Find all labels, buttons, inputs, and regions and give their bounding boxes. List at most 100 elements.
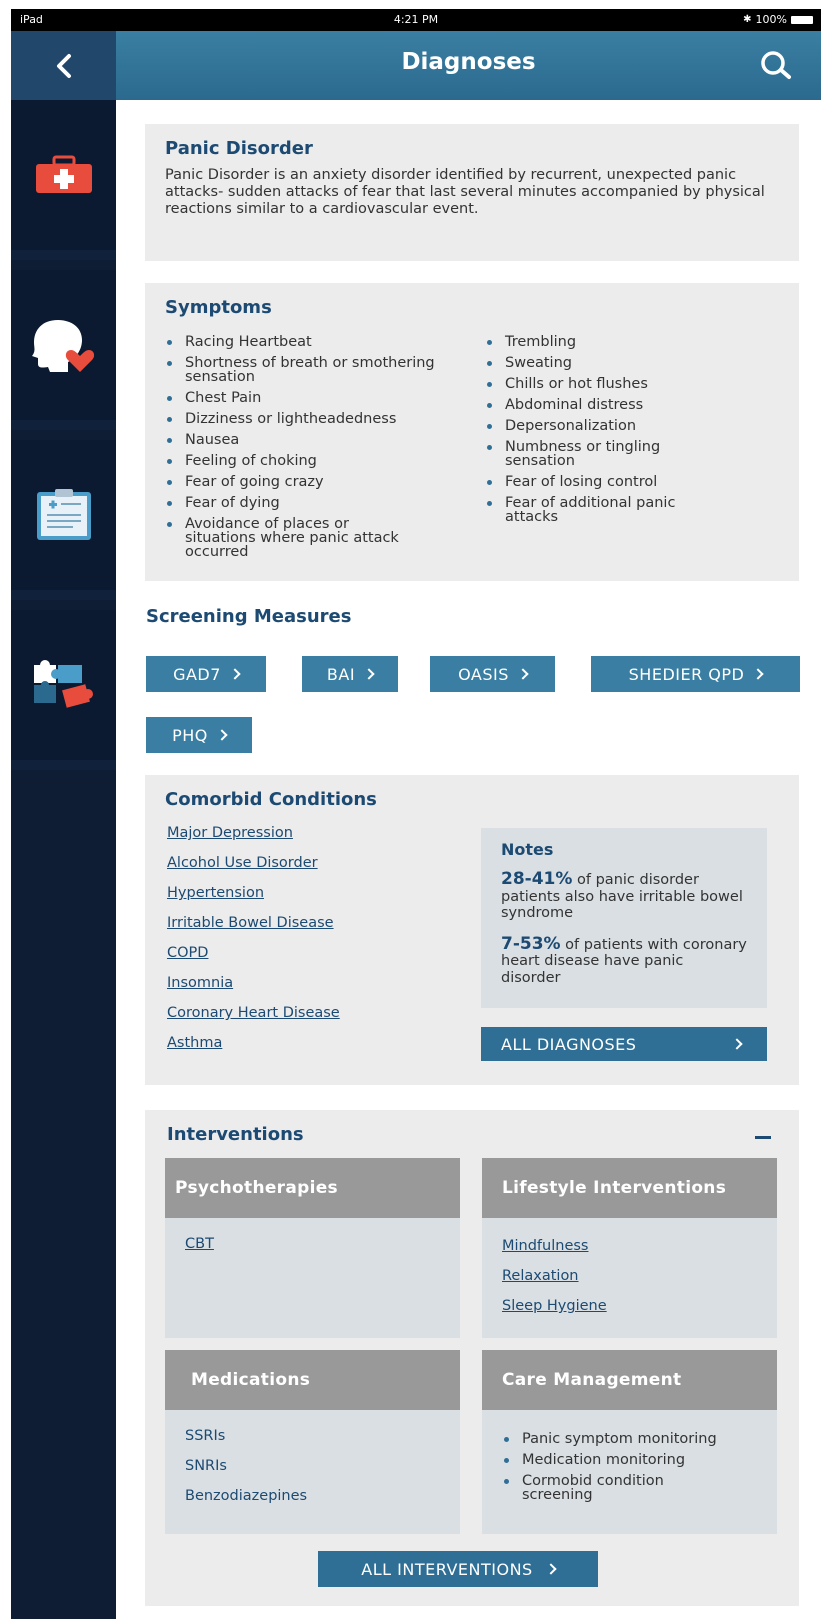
chevron-right-icon — [229, 668, 241, 680]
chevron-right-icon — [752, 668, 765, 680]
symptom-item: Racing Heartbeat — [165, 335, 455, 349]
medication-item: SSRIs — [185, 1428, 226, 1444]
lifestyle-card: Lifestyle Interventions Mindfulness Rela… — [482, 1158, 777, 1338]
symptom-item: Numbness or tingling sensation — [485, 440, 705, 468]
symptom-item: Avoidance of places or situations where … — [165, 517, 405, 559]
lifestyle-title: Lifestyle Interventions — [482, 1158, 777, 1218]
diagnosis-title: Panic Disorder — [165, 138, 313, 159]
psychotherapies-card: Psychotherapies CBT — [165, 1158, 460, 1338]
comorbid-card: Comorbid Conditions Major Depression Alc… — [145, 775, 799, 1085]
symptom-item: Chest Pain — [165, 391, 455, 405]
symptom-item: Dizziness or lightheadedness — [165, 412, 455, 426]
head-heart-icon — [31, 320, 94, 372]
battery-icon — [791, 15, 813, 24]
care-item: Medication monitoring — [502, 1453, 772, 1467]
symptom-item: Fear of losing control — [485, 475, 745, 489]
symptoms-card: Symptoms Racing Heartbeat Shortness of b… — [145, 283, 799, 581]
symptom-item: Abdominal distress — [485, 398, 745, 412]
diagnosis-description: Panic Disorder is an anxiety disorder id… — [165, 167, 765, 217]
sidebar-item-mental-health[interactable] — [11, 270, 116, 430]
symptom-item: Trembling — [485, 335, 745, 349]
status-time: 4:21 PM — [393, 13, 439, 26]
search-icon — [761, 51, 791, 79]
search-button[interactable] — [756, 47, 796, 83]
intervention-link[interactable]: CBT — [185, 1236, 214, 1252]
medication-item: Benzodiazepines — [185, 1488, 308, 1504]
screening-button-label: GAD7 — [173, 664, 221, 684]
status-bar: iPad 4:21 PM ✱ 100% — [11, 9, 821, 31]
comorbid-link[interactable]: Major Depression — [167, 825, 293, 841]
screening-button-bai[interactable]: BAI — [302, 656, 398, 692]
comorbid-link[interactable]: Irritable Bowel Disease — [167, 915, 334, 931]
battery-level: 100% — [755, 13, 787, 26]
note-item: 7-53% of patients with coronary heart di… — [501, 935, 747, 987]
care-management-title: Care Management — [482, 1350, 777, 1410]
symptom-item: Feeling of choking — [165, 454, 455, 468]
screening-button-gad7[interactable]: GAD7 — [146, 656, 266, 692]
symptoms-list-left: Racing Heartbeat Shortness of breath or … — [165, 335, 455, 566]
sidebar-item-diagnoses[interactable] — [11, 100, 116, 260]
chevron-right-icon — [517, 668, 529, 680]
all-diagnoses-label: ALL DIAGNOSES — [501, 1034, 637, 1054]
care-management-list: Panic symptom monitoring Medication moni… — [502, 1432, 772, 1509]
all-interventions-label: ALL INTERVENTIONS — [361, 1559, 533, 1579]
medications-title: Medications — [165, 1350, 460, 1410]
comorbid-link[interactable]: Asthma — [167, 1035, 222, 1051]
screening-button-shedier-qpd[interactable]: SHEDIER QPD — [591, 656, 800, 692]
chevron-right-icon — [363, 668, 375, 680]
symptom-item: Depersonalization — [485, 419, 745, 433]
care-item: Cormobid condition screening — [502, 1474, 702, 1502]
battery-status: ✱ 100% — [743, 13, 813, 26]
interventions-title: Interventions — [167, 1124, 304, 1145]
symptom-item: Sweating — [485, 356, 745, 370]
clipboard-icon — [36, 489, 91, 540]
sidebar — [11, 31, 116, 1619]
chevron-left-icon — [56, 53, 71, 78]
comorbid-link[interactable]: Alcohol Use Disorder — [167, 855, 318, 871]
intervention-link[interactable]: Sleep Hygiene — [502, 1298, 607, 1314]
symptoms-title: Symptoms — [165, 297, 272, 318]
medications-card: Medications SSRIs SNRIs Benzodiazepines — [165, 1350, 460, 1534]
chevron-right-icon — [545, 1563, 557, 1575]
all-interventions-button[interactable]: ALL INTERVENTIONS — [318, 1551, 598, 1587]
sidebar-item-puzzle[interactable] — [11, 610, 116, 770]
chevron-right-icon — [731, 1038, 743, 1050]
intervention-link[interactable]: Relaxation — [502, 1268, 579, 1284]
bluetooth-icon: ✱ — [743, 14, 752, 25]
symptom-item: Chills or hot flushes — [485, 377, 745, 391]
symptom-item: Nausea — [165, 433, 455, 447]
care-item: Panic symptom monitoring — [502, 1432, 772, 1446]
comorbid-link[interactable]: Insomnia — [167, 975, 233, 991]
screening-button-oasis[interactable]: OASIS — [430, 656, 555, 692]
comorbid-link[interactable]: Hypertension — [167, 885, 264, 901]
first-aid-kit-icon — [35, 155, 92, 193]
screening-button-phq[interactable]: PHQ — [146, 717, 252, 753]
care-management-card: Care Management Panic symptom monitoring… — [482, 1350, 777, 1534]
notes-box: Notes 28-41% of panic disorder patients … — [481, 828, 767, 1008]
interventions-card: Interventions Psychotherapies CBT Lifest… — [145, 1110, 799, 1606]
symptom-item: Fear of dying — [165, 496, 455, 510]
symptoms-list-right: Trembling Sweating Chills or hot flushes… — [485, 335, 745, 531]
back-button[interactable] — [11, 31, 116, 100]
screening-button-label: BAI — [326, 664, 356, 684]
page-title: Diagnoses — [401, 49, 536, 75]
psychotherapies-title: Psychotherapies — [165, 1158, 460, 1218]
note-stat: 28-41% — [501, 869, 573, 889]
intervention-link[interactable]: Mindfulness — [502, 1238, 588, 1254]
all-diagnoses-button[interactable]: ALL DIAGNOSES — [481, 1027, 767, 1061]
medication-item: SNRIs — [185, 1458, 227, 1474]
chevron-right-icon — [216, 729, 228, 741]
comorbid-title: Comorbid Conditions — [165, 789, 377, 810]
note-item: 28-41% of panic disorder patients also h… — [501, 871, 747, 922]
screening-title: Screening Measures — [146, 606, 352, 627]
comorbid-link[interactable]: Coronary Heart Disease — [167, 1005, 340, 1021]
sidebar-item-clipboard[interactable] — [11, 440, 116, 600]
symptom-item: Fear of going crazy — [165, 475, 455, 489]
puzzle-icon — [33, 660, 93, 708]
symptom-item: Fear of additional panic attacks — [485, 496, 725, 524]
diagnosis-card: Panic Disorder Panic Disorder is an anxi… — [145, 124, 799, 261]
symptom-item: Shortness of breath or smothering sensat… — [165, 356, 455, 384]
comorbid-link[interactable]: COPD — [167, 945, 208, 961]
collapse-icon[interactable] — [755, 1136, 771, 1139]
screening-button-label: SHEDIER QPD — [628, 664, 745, 684]
